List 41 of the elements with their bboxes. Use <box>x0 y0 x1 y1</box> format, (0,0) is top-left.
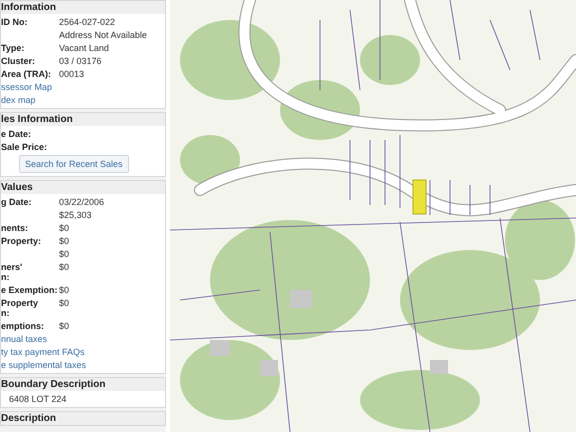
section-header: les Information <box>1 113 165 126</box>
link[interactable]: nnual taxes <box>1 334 48 344</box>
description-text: 6408 LOT 224 <box>8 394 68 404</box>
field-value: 2564-027-022 <box>59 17 116 27</box>
field-label: Sale Price: <box>1 142 48 152</box>
field-label: Cluster: <box>1 56 36 66</box>
field-label: Property n: <box>1 298 40 318</box>
field-value: $0 <box>59 285 70 295</box>
field-value: 03/22/2006 <box>59 197 104 207</box>
field-value: $0 <box>59 249 70 259</box>
search-recent-sales-button[interactable]: Search for Recent Sales <box>19 155 129 173</box>
section-header: Boundary Description <box>1 378 165 391</box>
field-value: $0 <box>59 321 70 331</box>
field-value: 03 / 03176 <box>59 56 102 66</box>
field-label: ners' n: <box>1 262 24 282</box>
field-value: $0 <box>59 223 70 233</box>
link[interactable]: ty tax payment FAQs <box>1 347 85 357</box>
field-label: e Exemption: <box>1 285 59 295</box>
field-value: $0 <box>59 298 70 310</box>
field-label: e Date: <box>1 129 32 139</box>
field-label: Property: <box>1 236 42 246</box>
field-label: Area (TRA): <box>1 69 52 79</box>
link[interactable]: ssessor Map <box>1 82 52 92</box>
field-label: g Date: <box>1 197 33 207</box>
map-drawing[interactable] <box>170 0 576 432</box>
field-value: Vacant Land <box>59 43 109 53</box>
link[interactable]: dex map <box>1 95 36 105</box>
field-value: Address Not Available <box>59 30 147 40</box>
field-label: nents: <box>1 223 29 233</box>
highlighted-parcel[interactable] <box>412 180 426 214</box>
field-value: $0 <box>59 236 70 246</box>
link[interactable]: e supplemental taxes <box>1 360 86 370</box>
field-value: 00013 <box>59 69 84 79</box>
field-value: $25,303 <box>59 210 92 220</box>
section-header: Information <box>1 1 165 14</box>
section-header: Description <box>1 412 165 425</box>
field-label: Type: <box>1 43 26 53</box>
field-value: $0 <box>59 262 70 274</box>
section-header: Values <box>1 181 165 194</box>
field-label: ID No: <box>1 17 28 27</box>
field-label: emptions: <box>1 321 46 331</box>
